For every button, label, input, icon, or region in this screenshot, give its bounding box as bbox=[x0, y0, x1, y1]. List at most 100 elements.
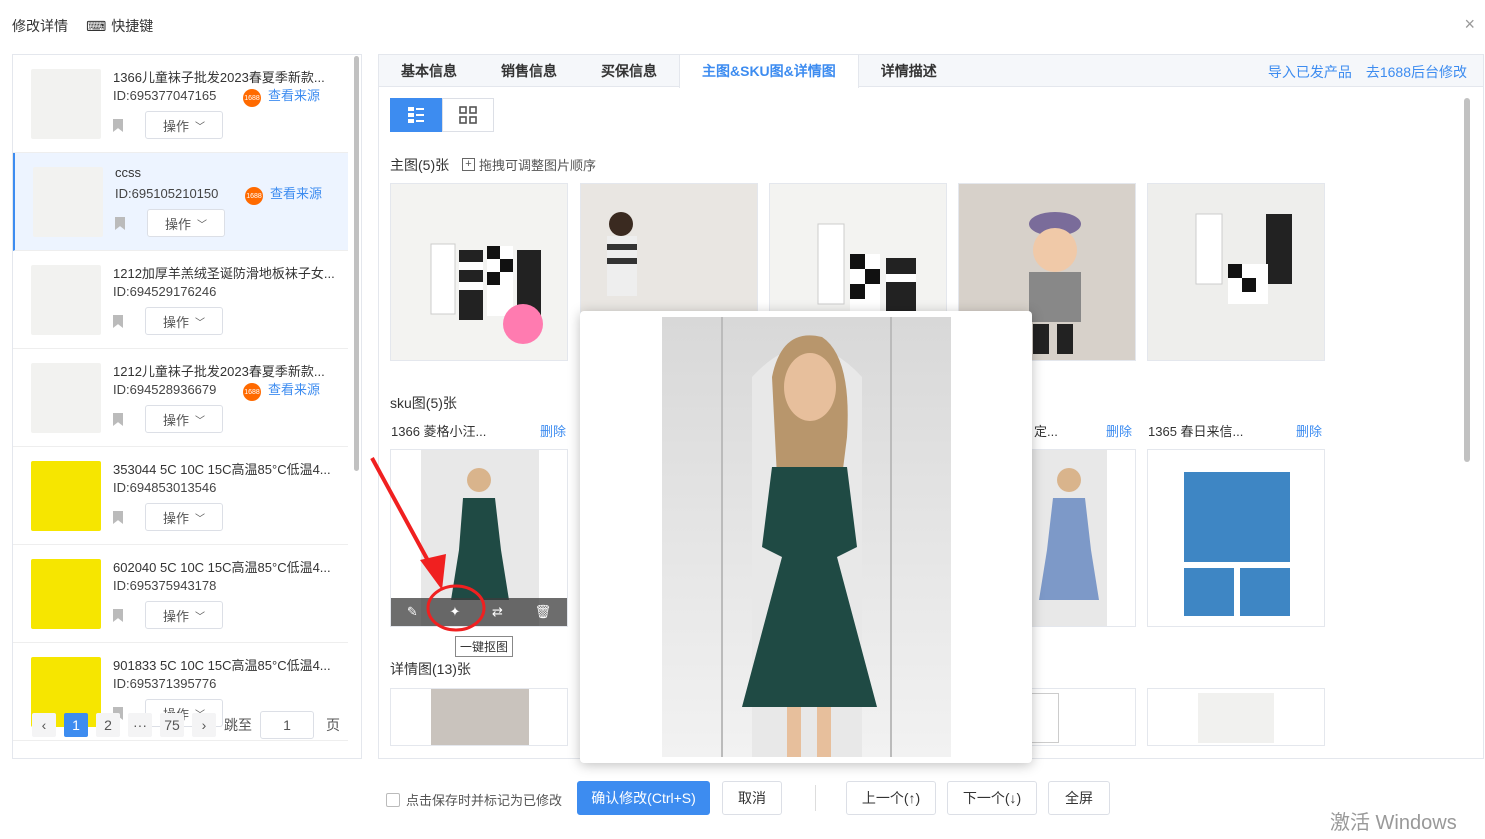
cancel-button[interactable]: 取消 bbox=[722, 781, 782, 815]
product-list: 1366儿童袜子批发2023春夏季新款... ID:695377047165 168… bbox=[12, 54, 362, 759]
import-link[interactable]: 导入已发产品 bbox=[1268, 62, 1352, 82]
prev-button[interactable]: 上一个(↑) bbox=[846, 781, 936, 815]
sku-delete-5[interactable]: 删除 bbox=[1296, 421, 1322, 440]
main-image-5[interactable] bbox=[1147, 183, 1325, 361]
product-item[interactable]: 1366儿童袜子批发2023春夏季新款... ID:695377047165 168… bbox=[13, 55, 348, 153]
sku-delete-4[interactable]: 删除 bbox=[1106, 421, 1132, 440]
operation-label: 操作 bbox=[162, 118, 189, 134]
product-title: 1366儿童袜子批发2023春夏季新款... bbox=[113, 70, 325, 85]
list-view-icon[interactable] bbox=[390, 98, 442, 132]
next-button[interactable]: 下一个(↓) bbox=[947, 781, 1037, 815]
product-item[interactable]: 1212儿童袜子批发2023春夏季新款... ID:694528936679 168… bbox=[13, 349, 348, 447]
operation-dropdown[interactable]: 操作 ﹀ bbox=[145, 601, 223, 629]
close-icon[interactable]: × bbox=[1464, 14, 1475, 35]
jump-label: 跳至 bbox=[224, 717, 252, 733]
next-page-icon[interactable]: › bbox=[192, 713, 216, 737]
edit-panel-scrollbar[interactable] bbox=[1464, 98, 1470, 462]
sku-delete-1[interactable]: 删除 bbox=[540, 421, 566, 440]
edit-1688-link[interactable]: 去1688后台修改 bbox=[1366, 62, 1467, 82]
page-1[interactable]: 1 bbox=[64, 713, 88, 737]
shortcut-button[interactable]: ⌨ 快捷键 bbox=[86, 16, 153, 36]
bookmark-icon[interactable] bbox=[115, 217, 125, 230]
product-title: 353044 5C 10C 15C高温85°C低温4... bbox=[113, 462, 331, 477]
footer-divider bbox=[815, 785, 816, 811]
image-preview-popup bbox=[580, 311, 1032, 763]
shortcut-label: 快捷键 bbox=[111, 18, 154, 34]
main-image-1[interactable] bbox=[390, 183, 568, 361]
operation-dropdown[interactable]: 操作 ﹀ bbox=[145, 307, 223, 335]
detail-image-5[interactable] bbox=[1147, 688, 1325, 746]
tab-basic[interactable]: 基本信息 bbox=[379, 55, 479, 86]
detail-image-1[interactable] bbox=[390, 688, 568, 746]
mark-modified-label: 点击保存时并标记为已修改 bbox=[406, 793, 563, 808]
badge-1688-icon: 1688 bbox=[243, 89, 261, 107]
operation-dropdown[interactable]: 操作 ﹀ bbox=[147, 209, 225, 237]
bookmark-icon[interactable] bbox=[113, 119, 123, 132]
view-source-link[interactable]: 查看来源 bbox=[270, 183, 322, 202]
operation-label: 操作 bbox=[164, 216, 191, 232]
delete-icon[interactable]: 🗑 bbox=[535, 604, 552, 620]
product-thumbnail bbox=[31, 461, 101, 531]
operation-label: 操作 bbox=[162, 608, 189, 624]
keyboard-icon: ⌨ bbox=[86, 17, 107, 34]
chevron-down-icon: ﹀ bbox=[195, 317, 205, 329]
operation-dropdown[interactable]: 操作 ﹀ bbox=[145, 405, 223, 433]
product-id: ID:694528936679 bbox=[113, 382, 217, 397]
bookmark-icon[interactable] bbox=[113, 315, 123, 328]
product-item[interactable]: 602040 5C 10C 15C高温85°C低温4... ID:69537594… bbox=[13, 545, 348, 643]
view-toggle bbox=[390, 98, 494, 132]
chevron-down-icon: ﹀ bbox=[197, 219, 207, 231]
detail-images-label: 详情图(13)张 bbox=[390, 661, 471, 677]
fullscreen-button[interactable]: 全屏 bbox=[1048, 781, 1110, 815]
badge-1688-icon: 1688 bbox=[243, 383, 261, 401]
product-title: 901833 5C 10C 15C高温85°C低温4... bbox=[113, 658, 331, 673]
sku-name-4: 定... bbox=[1034, 424, 1058, 439]
product-id: ID:694529176246 bbox=[113, 284, 217, 299]
windows-watermark: 激活 Windows bbox=[1330, 812, 1457, 834]
product-thumbnail bbox=[31, 363, 101, 433]
sku-name-1: 1366 菱格小汪... bbox=[391, 424, 487, 439]
sku-image-5[interactable] bbox=[1147, 449, 1325, 627]
grid-view-icon[interactable] bbox=[442, 98, 494, 132]
product-item[interactable]: ccss ID:695105210150 1688 查看来源 操作 ﹀ bbox=[13, 153, 348, 251]
drag-hint: + 拖拽可调整图片顺序 bbox=[462, 155, 596, 174]
view-source-link[interactable]: 查看来源 bbox=[268, 379, 320, 398]
product-thumbnail bbox=[31, 265, 101, 335]
bookmark-icon[interactable] bbox=[113, 609, 123, 622]
bookmark-icon[interactable] bbox=[113, 511, 123, 524]
bookmark-icon[interactable] bbox=[113, 413, 123, 426]
sku-name-5: 1365 春日来信... bbox=[1148, 424, 1244, 439]
tab-images[interactable]: 主图&SKU图&详情图 bbox=[679, 55, 859, 88]
product-item[interactable]: 353044 5C 10C 15C高温85°C低温4... ID:69485301… bbox=[13, 447, 348, 545]
page-2[interactable]: 2 bbox=[96, 713, 120, 737]
product-thumbnail bbox=[31, 69, 101, 139]
operation-dropdown[interactable]: 操作 ﹀ bbox=[145, 111, 223, 139]
main-images-label: 主图(5)张 bbox=[390, 157, 450, 173]
product-list-scrollbar[interactable] bbox=[354, 56, 359, 471]
product-title: 1212儿童袜子批发2023春夏季新款... bbox=[113, 364, 325, 379]
product-id: ID:695371395776 bbox=[113, 676, 217, 691]
product-thumbnail bbox=[33, 167, 103, 237]
drag-hint-text: 拖拽可调整图片顺序 bbox=[479, 158, 597, 173]
page-suffix: 页 bbox=[326, 717, 340, 733]
prev-page-icon[interactable]: ‹ bbox=[32, 713, 56, 737]
badge-1688-icon: 1688 bbox=[245, 187, 263, 205]
tab-sales[interactable]: 销售信息 bbox=[479, 55, 579, 86]
tab-description[interactable]: 详情描述 bbox=[859, 55, 959, 86]
top-links: 导入已发产品 去1688后台修改 bbox=[1268, 62, 1467, 82]
page-75[interactable]: 75 bbox=[160, 713, 184, 737]
operation-dropdown[interactable]: 操作 ﹀ bbox=[145, 503, 223, 531]
view-source-link[interactable]: 查看来源 bbox=[268, 85, 320, 104]
tab-protection[interactable]: 买保信息 bbox=[579, 55, 679, 86]
jump-input[interactable]: 1 bbox=[260, 711, 314, 739]
product-title: ccss bbox=[115, 165, 141, 180]
annotation-arrow bbox=[370, 457, 486, 632]
product-title: 602040 5C 10C 15C高温85°C低温4... bbox=[113, 560, 331, 575]
confirm-button[interactable]: 确认修改(Ctrl+S) bbox=[577, 781, 710, 815]
mark-modified-checkbox[interactable] bbox=[386, 792, 400, 807]
drag-icon: + bbox=[462, 158, 475, 171]
product-title: 1212加厚羊羔绒圣诞防滑地板袜子女... bbox=[113, 266, 335, 281]
mark-modified-option[interactable]: 点击保存时并标记为已修改 bbox=[386, 790, 562, 809]
product-item[interactable]: 1212加厚羊羔绒圣诞防滑地板袜子女... ID:694529176246 操作 ﹀ bbox=[13, 251, 348, 349]
page-ellipsis[interactable]: ··· bbox=[128, 713, 152, 737]
